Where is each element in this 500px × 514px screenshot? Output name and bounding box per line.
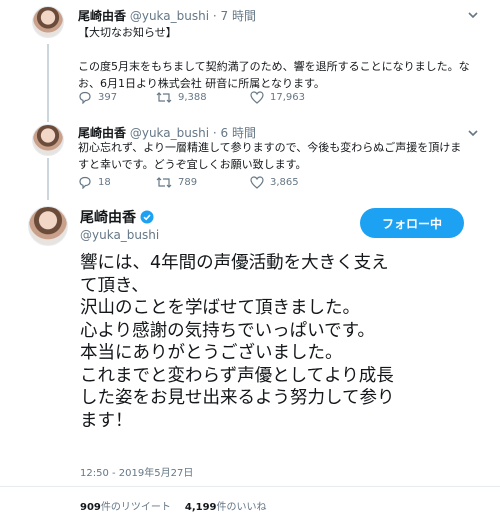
following-button[interactable]: フォロー中 <box>360 208 464 238</box>
retweet-icon <box>156 91 172 103</box>
reply-icon <box>79 176 91 189</box>
retweet-total: 909 <box>80 502 101 513</box>
tweet-text-line: 本当にありがとうございました。 <box>80 343 343 363</box>
like-button[interactable]: 3,865 <box>250 175 299 189</box>
main-author[interactable]: 尾崎由香 <box>80 207 154 227</box>
tweet-text-line: 初心忘れず、より一層精進して参りますので、今後も変わらぬご声援を頂けま <box>78 141 462 154</box>
main-tweet-text: 響には、4年間の声優活動を大きく支え て頂き、 沢山のことを学ばせて頂きました。… <box>80 252 490 432</box>
reply-icon <box>79 91 91 104</box>
like-stat[interactable]: 4,199件のいいね <box>185 498 267 513</box>
reply-button[interactable]: 18 <box>78 176 136 189</box>
tweet-text-line: すと幸いです。どうぞ宜しくお願い致します。 <box>78 158 307 171</box>
author-name[interactable]: 尾崎由香 <box>80 207 136 227</box>
retweet-button[interactable]: 789 <box>156 176 230 189</box>
tweet-time[interactable]: 6 時間 <box>221 126 256 140</box>
tweet-time[interactable]: 7 時間 <box>221 9 256 23</box>
chevron-down-icon[interactable] <box>466 126 480 140</box>
retweet-icon <box>156 176 172 188</box>
tweet-text: 初心忘れず、より一層精進して参りますので、今後も変わらぬご声援を頂けま すと幸い… <box>78 139 478 173</box>
retweet-stat-label: 件のリツイート <box>100 502 171 513</box>
tweet-text-line: 沢山のことを学ばせて頂きました。 <box>80 298 360 318</box>
tweet-header: 尾崎由香 @yuka_bushi · 7 時間 <box>78 7 256 24</box>
author-name[interactable]: 尾崎由香 <box>78 126 126 140</box>
retweet-count: 789 <box>178 176 198 188</box>
divider <box>0 486 500 487</box>
tweet-text-line: 【大切なお知らせ】 <box>78 26 177 39</box>
reply-count: 397 <box>98 91 118 103</box>
tweet-text-line: 心より感謝の気持ちでいっぱいです。 <box>80 320 375 341</box>
tweet-text: 【大切なお知らせ】 この度5月末をもちまして契約満了のため、響を退所することにな… <box>78 24 478 92</box>
thread-line <box>47 44 49 122</box>
like-count: 3,865 <box>270 176 299 188</box>
like-button[interactable]: 17,963 <box>250 90 305 104</box>
author-name[interactable]: 尾崎由香 <box>78 9 126 23</box>
tweet-stats: 909件のリツイート 4,199件のいいね <box>80 498 281 513</box>
avatar[interactable] <box>28 206 68 246</box>
tweet-actions: 397 9,388 17,963 <box>78 89 325 105</box>
retweet-stat[interactable]: 909件のリツイート <box>80 498 171 513</box>
tweet-actions: 18 789 3,865 <box>78 174 319 190</box>
verified-icon <box>140 210 154 224</box>
tweet-text-line: この度5月末をもちまして契約満了のため、響を退所することになりました。な <box>78 60 470 73</box>
separator: · <box>212 9 217 23</box>
tweet-text-line: て頂き、 <box>80 275 149 296</box>
avatar[interactable] <box>32 6 64 38</box>
heart-icon <box>250 90 264 104</box>
like-total: 4,199 <box>184 502 217 513</box>
like-count: 17,963 <box>270 91 305 103</box>
author-handle[interactable]: @yuka_bushi <box>130 9 209 23</box>
retweet-button[interactable]: 9,388 <box>156 91 230 104</box>
avatar[interactable] <box>32 124 64 156</box>
author-handle[interactable]: @yuka_bushi <box>130 126 209 140</box>
tweet-text-line: 響には、4年間の声優活動を大きく支え <box>80 253 389 273</box>
tweet-datetime[interactable]: 12:50 - 2019年5月27日 <box>80 464 193 479</box>
reply-button[interactable]: 397 <box>78 91 136 104</box>
separator: · <box>212 126 217 140</box>
tweet-text-line <box>78 41 478 58</box>
heart-icon <box>250 175 264 189</box>
retweet-count: 9,388 <box>178 91 207 103</box>
author-handle[interactable]: @yuka_bushi <box>80 228 159 242</box>
chevron-down-icon[interactable] <box>466 8 480 22</box>
tweet-text-line: した姿をお見せ出来るよう努力して参り <box>80 388 395 408</box>
reply-count: 18 <box>98 176 111 188</box>
tweet-text-line: ます！ <box>80 410 133 431</box>
tweet-text-line: これまでと変わらず声優としてより成長 <box>80 365 394 386</box>
like-stat-label: 件のいいね <box>216 502 267 513</box>
thread-line <box>47 158 49 200</box>
